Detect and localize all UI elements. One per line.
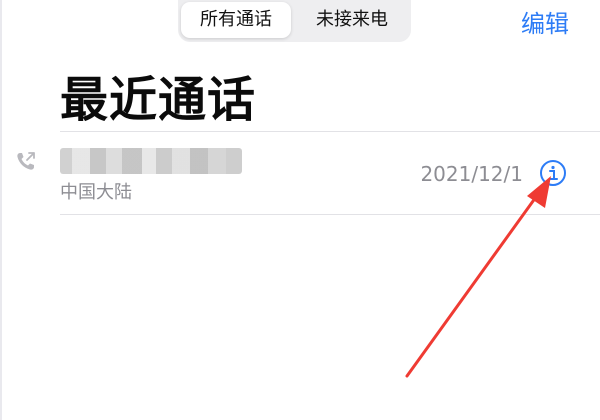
call-filter-segmented-control: 所有通话 未接来电: [178, 0, 411, 42]
segment-missed-calls[interactable]: 未接来电: [296, 2, 408, 38]
divider: [60, 214, 600, 215]
segment-all-calls[interactable]: 所有通话: [181, 2, 291, 38]
call-date: 2021/12/1: [420, 162, 523, 186]
caller-origin: 中国大陆: [60, 182, 132, 203]
info-icon[interactable]: [539, 159, 567, 187]
edit-button[interactable]: 编辑: [521, 4, 569, 39]
page-title: 最近通话: [60, 72, 257, 128]
recent-call-row[interactable]: 中国大陆 2021/12/1: [0, 132, 600, 214]
outgoing-call-icon: [17, 152, 35, 170]
caller-name-redacted: [60, 148, 242, 174]
